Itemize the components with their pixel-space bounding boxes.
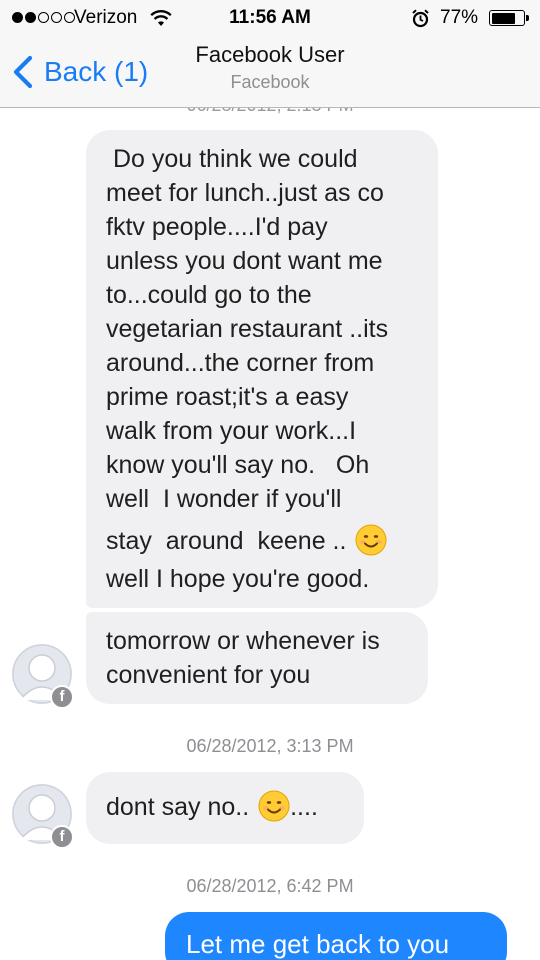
outgoing-message-bubble[interactable]: Let me get back to you: [165, 912, 507, 960]
message-line: to...could go to the: [106, 281, 312, 309]
battery-percentage: 77%: [440, 7, 479, 28]
message-line: fktv people....I'd pay: [106, 213, 328, 241]
smiling-face-emoji-icon: [355, 524, 387, 556]
message-line: know you'll say no. Oh: [106, 451, 370, 479]
conversation-title[interactable]: Facebook User: [0, 42, 540, 68]
message-text: dont say no..: [106, 793, 257, 821]
message-line: vegetarian restaurant ..its: [106, 315, 389, 343]
message-line: tomorrow or whenever is: [106, 627, 380, 655]
message-line: well I wonder if you'll: [106, 485, 342, 513]
incoming-message-bubble[interactable]: Do you think we could meet for lunch..ju…: [86, 130, 438, 608]
smiling-face-emoji-icon: [258, 790, 290, 822]
timestamp-partially-hidden: 06/28/2012, 2:13 PM: [0, 108, 540, 116]
message-line: unless you dont want me: [106, 247, 383, 275]
message-line: around...the corner from: [106, 349, 375, 377]
alarm-clock-icon: [412, 9, 429, 28]
timestamp: 06/28/2012, 3:13 PM: [186, 736, 354, 756]
message-line: walk from your work...I: [106, 417, 357, 445]
message-line-with-emoji: stay around keene ..: [106, 524, 424, 558]
message-thread[interactable]: 06/28/2012, 2:13 PM Do you think we coul…: [0, 108, 540, 960]
message-line: convenient for you: [106, 661, 311, 689]
conversation-subtitle: Facebook: [230, 72, 310, 92]
header: Verizon 11:56 AM 77% Back (1) Facebook U…: [0, 0, 540, 108]
message-text: stay around keene ..: [106, 527, 354, 555]
message-line-with-emoji: dont say no.. ....: [106, 790, 350, 824]
message-line: prime roast;it's a easy: [106, 383, 349, 411]
message-line: Let me get back to you: [186, 929, 450, 959]
battery-icon: [489, 10, 529, 26]
incoming-message-bubble[interactable]: dont say no.. ....: [86, 772, 364, 844]
sender-avatar[interactable]: f: [12, 784, 74, 849]
timestamp: 06/28/2012, 6:42 PM: [186, 876, 354, 896]
facebook-badge-icon: f: [50, 825, 74, 849]
message-line: meet for lunch..just as co: [106, 179, 384, 207]
message-line: Do you think we could: [106, 145, 358, 173]
battery-nub: [526, 15, 529, 21]
sender-avatar[interactable]: f: [12, 644, 74, 709]
message-text: ....: [290, 793, 318, 821]
message-line: well I hope you're good.: [106, 565, 370, 593]
messenger-conversation-screen: Verizon 11:56 AM 77% Back (1) Facebook U…: [0, 0, 540, 960]
facebook-badge-icon: f: [50, 685, 74, 709]
battery-fill: [491, 12, 516, 24]
status-bar: Verizon 11:56 AM 77%: [0, 0, 540, 36]
incoming-message-bubble[interactable]: tomorrow or whenever is convenient for y…: [86, 612, 428, 704]
